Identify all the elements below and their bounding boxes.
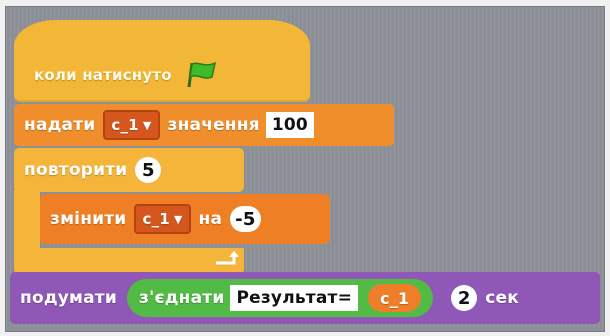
seconds-input[interactable]: 2 bbox=[451, 285, 478, 311]
variable-name: c_1 bbox=[142, 210, 170, 228]
variable-reporter[interactable]: c_1 bbox=[368, 284, 422, 312]
variable-dropdown[interactable]: c_1 ▼ bbox=[103, 110, 160, 140]
think-for-secs-block[interactable]: подумати з'єднати Результат= c_1 2 сек bbox=[10, 272, 600, 324]
join-text-input[interactable]: Результат= bbox=[230, 285, 359, 311]
loop-arrow-icon bbox=[216, 251, 239, 265]
set-value-input[interactable]: 100 bbox=[265, 112, 314, 138]
repeat-label: повторити bbox=[24, 160, 128, 180]
hat-label: коли натиснуто bbox=[34, 66, 172, 84]
repeat-count-input[interactable]: 5 bbox=[135, 157, 162, 183]
change-variable-block[interactable]: змінити c_1 ▼ на -5 bbox=[40, 194, 330, 244]
change-middle-label: на bbox=[198, 209, 223, 229]
screenshot-frame: коли натиснуто надати c_1 ▼ значення 100… bbox=[0, 0, 610, 336]
variable-dropdown[interactable]: c_1 ▼ bbox=[134, 204, 191, 234]
chevron-down-icon: ▼ bbox=[142, 118, 152, 132]
set-middle-label: значення bbox=[167, 115, 260, 135]
change-value-input[interactable]: -5 bbox=[230, 206, 261, 232]
repeat-block[interactable]: повторити 5 bbox=[14, 148, 244, 192]
join-operator-block[interactable]: з'єднати Результат= c_1 bbox=[126, 279, 434, 317]
set-label: надати bbox=[24, 115, 96, 135]
repeat-bottom bbox=[14, 248, 244, 274]
join-label: з'єднати bbox=[138, 288, 225, 308]
seconds-unit-label: сек bbox=[485, 288, 519, 308]
think-label: подумати bbox=[20, 288, 117, 308]
set-variable-block[interactable]: надати c_1 ▼ значення 100 bbox=[14, 104, 394, 146]
variable-name: c_1 bbox=[111, 116, 139, 134]
change-label: змінити bbox=[50, 209, 127, 229]
chevron-down-icon: ▼ bbox=[173, 212, 183, 226]
green-flag-icon bbox=[182, 60, 222, 90]
when-flag-clicked-block[interactable]: коли натиснуто bbox=[14, 20, 310, 102]
